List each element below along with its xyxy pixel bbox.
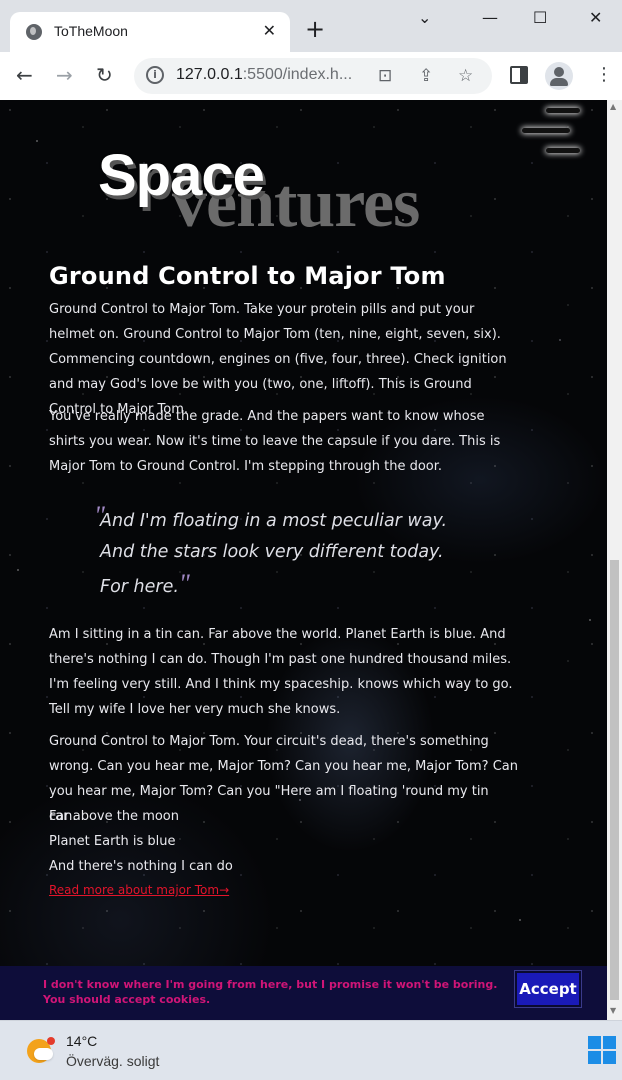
- logo-space[interactable]: Space: [98, 142, 265, 209]
- quote-line-2: And the stars look very different today.: [100, 542, 444, 562]
- browser-tab[interactable]: ToTheMoon ✕: [10, 12, 290, 52]
- window-close-icon[interactable]: ✕: [589, 8, 602, 27]
- scroll-up-icon[interactable]: ▲: [610, 102, 616, 111]
- star-icon[interactable]: ☆: [458, 66, 473, 86]
- info-icon[interactable]: i: [146, 66, 164, 84]
- reload-icon[interactable]: ↻: [96, 64, 113, 86]
- accept-cookies-button[interactable]: Accept: [514, 970, 582, 1008]
- article-heading: Ground Control to Major Tom: [49, 262, 446, 290]
- back-icon[interactable]: ←: [16, 64, 33, 86]
- chevron-down-icon[interactable]: ⌄: [418, 8, 431, 27]
- translate-icon[interactable]: ⊡: [378, 66, 392, 86]
- share-icon[interactable]: ⇪: [419, 66, 433, 86]
- world-icon: [26, 24, 42, 40]
- lyric-line-2: Planet Earth is blue: [49, 834, 176, 849]
- page-viewport: Space ventures Ground Control to Major T…: [0, 100, 607, 1020]
- windows-start-icon[interactable]: [588, 1036, 618, 1066]
- tab-title: ToTheMoon: [54, 23, 128, 39]
- cookie-line-1: I don't know where I'm going from here, …: [43, 978, 498, 991]
- lyric-line-1: Far above the moon: [49, 809, 179, 824]
- browser-toolbar: ← → ↻ i 127.0.0.1:5500/index.h... ⊡ ⇪ ☆ …: [0, 52, 622, 100]
- scrollbar-thumb[interactable]: [610, 560, 619, 1000]
- paragraph-2: You've really made the grade. And the pa…: [49, 409, 501, 474]
- taskbar: 14°C Överväg. soligt: [0, 1020, 622, 1080]
- weather-condition[interactable]: Överväg. soligt: [66, 1053, 159, 1069]
- minimize-icon[interactable]: —: [482, 8, 498, 27]
- hamburger-menu-icon[interactable]: [520, 106, 582, 156]
- tab-strip: ToTheMoon ✕ + ⌄ — ☐ ✕: [0, 0, 622, 52]
- quote-line-3: For here.: [100, 577, 179, 597]
- page-scrollbar[interactable]: ▲ ▼: [607, 100, 622, 1020]
- forward-icon[interactable]: →: [56, 64, 73, 86]
- lyric-line-3: And there's nothing I can do: [49, 859, 233, 874]
- side-panel-icon[interactable]: [510, 66, 528, 84]
- weather-icon[interactable]: [27, 1037, 55, 1065]
- paragraph-3: Am I sitting in a tin can. Far above the…: [49, 627, 513, 717]
- cookie-banner: I don't know where I'm going from here, …: [0, 966, 607, 1020]
- new-tab-button[interactable]: +: [305, 17, 325, 41]
- read-more-link[interactable]: Read more about major Tom→: [49, 883, 229, 897]
- weather-temperature[interactable]: 14°C: [66, 1033, 97, 1049]
- cookie-message: I don't know where I'm going from here, …: [43, 977, 497, 1007]
- profile-icon[interactable]: [545, 62, 573, 90]
- close-tab-icon[interactable]: ✕: [263, 21, 276, 40]
- scroll-down-icon[interactable]: ▼: [610, 1006, 616, 1015]
- quote-close-mark: ": [178, 569, 190, 598]
- cookie-line-2: You should accept cookies.: [43, 993, 211, 1006]
- blockquote: " And I'm floating in a most peculiar wa…: [94, 501, 520, 603]
- url-text[interactable]: 127.0.0.1:5500/index.h...: [176, 66, 352, 84]
- maximize-icon[interactable]: ☐: [533, 8, 547, 27]
- quote-open-mark: ": [94, 501, 105, 530]
- kebab-icon[interactable]: ⋮: [595, 64, 613, 85]
- address-bar[interactable]: i 127.0.0.1:5500/index.h... ⊡ ⇪ ☆: [134, 58, 492, 94]
- quote-line-1: And I'm floating in a most peculiar way.: [100, 511, 448, 531]
